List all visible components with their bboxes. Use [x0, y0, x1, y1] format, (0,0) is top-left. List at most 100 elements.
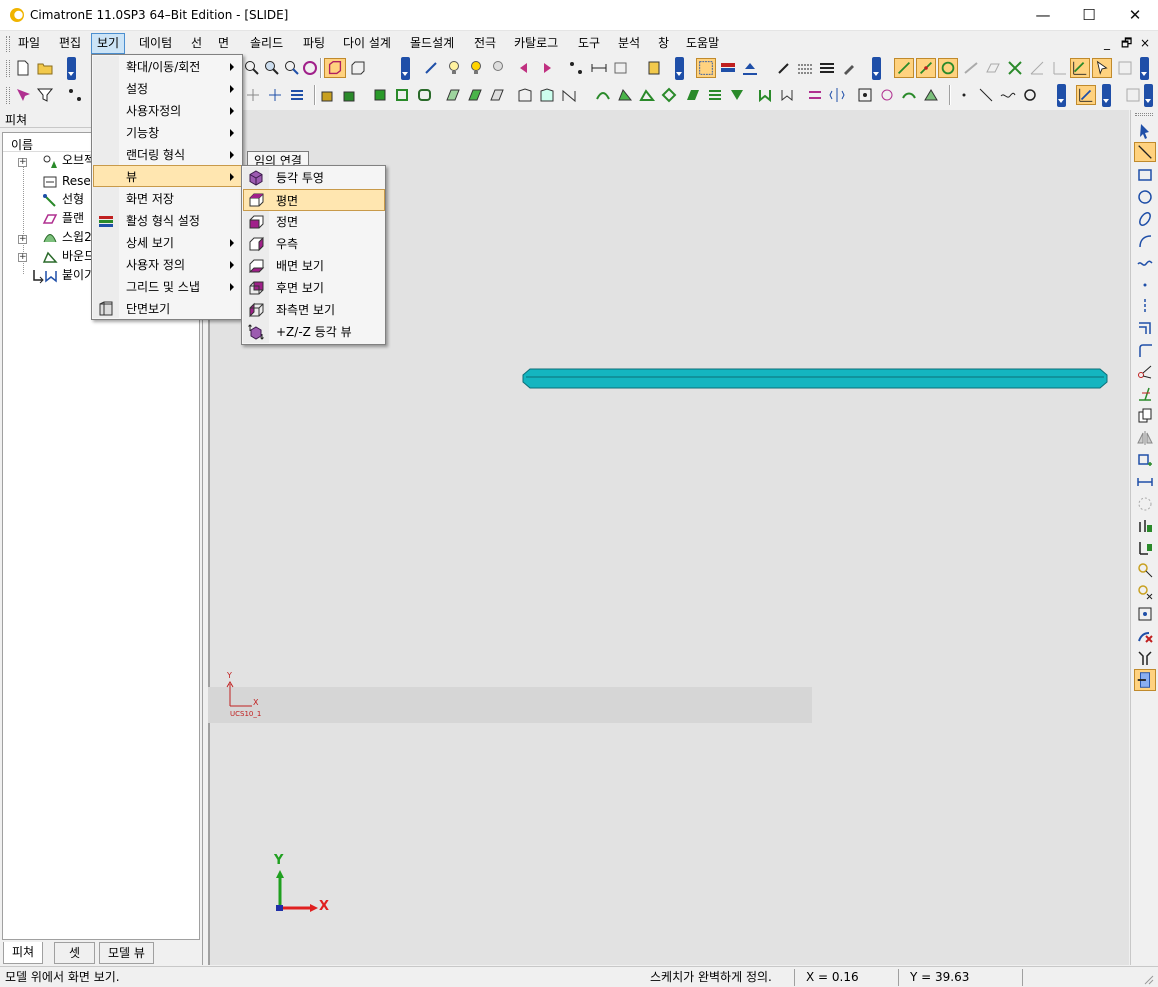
tree-item-linear[interactable]: 선형: [62, 190, 92, 209]
menu-view[interactable]: 보기: [91, 33, 126, 54]
tree-item-attach[interactable]: 붙이기: [62, 266, 92, 285]
menu-item-detail-view[interactable]: 상세 보기: [93, 232, 241, 254]
sketch-point-icon[interactable]: [1136, 276, 1154, 294]
analysis-icon[interactable]: [612, 59, 630, 77]
sketch-trim-icon[interactable]: [1136, 363, 1154, 381]
menubar-grip[interactable]: [6, 36, 10, 52]
fill-color-icon[interactable]: [741, 59, 759, 77]
dimension-horizontal-icon[interactable]: [1136, 473, 1154, 491]
submenu-item-right[interactable]: 우측: [243, 233, 384, 255]
face-offset-icon[interactable]: [466, 86, 484, 104]
toolbar-overflow-chevron[interactable]: [1140, 57, 1149, 80]
snap-intersection-icon[interactable]: [1006, 59, 1024, 77]
menu-parting[interactable]: 파팅: [298, 33, 330, 54]
sketch-ellipse-icon[interactable]: [1136, 210, 1154, 228]
zoom-selection-icon[interactable]: [283, 59, 301, 77]
thicken-icon[interactable]: [922, 86, 940, 104]
extrude-icon[interactable]: [319, 86, 337, 104]
select-filter-icon[interactable]: [696, 58, 716, 78]
tree-item-objects[interactable]: 오브젝: [62, 151, 92, 170]
draft-face-icon[interactable]: [538, 86, 556, 104]
sketch-line-icon[interactable]: [1134, 142, 1156, 162]
tree-expand-button[interactable]: +: [18, 253, 27, 262]
exit-sketcher-icon[interactable]: [1124, 86, 1142, 104]
snap-midpoint-icon[interactable]: [916, 58, 936, 78]
sketch-offset-icon[interactable]: [1136, 319, 1154, 337]
boundary-icon[interactable]: [660, 86, 678, 104]
wireframe-box-icon[interactable]: [349, 59, 367, 77]
toolbar-grip[interactable]: [6, 60, 10, 77]
transform-icon[interactable]: [244, 86, 262, 104]
menu-item-customize[interactable]: 사용자정의: [93, 100, 241, 122]
sketch-fillet-icon[interactable]: [1136, 341, 1154, 359]
menu-item-section-view[interactable]: 단면보기: [93, 298, 241, 320]
menu-item-function-window[interactable]: 기능창: [93, 122, 241, 144]
sketch-circle-icon[interactable]: [1136, 188, 1154, 206]
submenu-item-front[interactable]: 정면: [243, 211, 384, 233]
point-icon[interactable]: [955, 86, 973, 104]
submenu-item-bottom[interactable]: 배면 보기: [243, 255, 384, 277]
menu-item-user-defined[interactable]: 사용자 정의: [93, 254, 241, 276]
circle-icon[interactable]: [1021, 86, 1039, 104]
tab-features[interactable]: 피쳐: [3, 942, 44, 964]
menu-tools[interactable]: 도구: [573, 33, 605, 54]
pattern-icon[interactable]: [806, 86, 824, 104]
tree-item-boundary[interactable]: 바운드: [62, 247, 92, 266]
constraint-tangent-icon[interactable]: [1136, 561, 1154, 579]
sketch-extend-icon[interactable]: [1136, 385, 1154, 403]
tree-expand-button[interactable]: +: [18, 235, 27, 244]
sketch-tool-icon[interactable]: [423, 59, 441, 77]
menu-surface[interactable]: 면: [213, 33, 234, 54]
submenu-item-top[interactable]: 평면: [243, 189, 385, 211]
light-settings-icon[interactable]: [489, 59, 507, 77]
shaded-box-icon[interactable]: [324, 58, 346, 78]
slide-part-model[interactable]: [522, 368, 1108, 389]
sketch-spline-icon[interactable]: [1136, 254, 1154, 272]
revolve-icon[interactable]: [341, 86, 359, 104]
minimize-button[interactable]: —: [1020, 0, 1066, 30]
toolbar-overflow-chevron[interactable]: [1144, 84, 1153, 107]
blend-icon[interactable]: [638, 86, 656, 104]
face-icon[interactable]: [444, 86, 462, 104]
sketcher-icon[interactable]: [1076, 85, 1096, 105]
snap-tangent-icon[interactable]: [962, 59, 980, 77]
menu-file[interactable]: 파일: [13, 33, 45, 54]
fillet-icon[interactable]: [416, 86, 434, 104]
snap-endpoint-icon[interactable]: [894, 58, 914, 78]
snap-center-icon[interactable]: [938, 58, 958, 78]
point-grid-icon[interactable]: [856, 86, 874, 104]
toolbar-overflow-chevron[interactable]: [401, 57, 410, 80]
menu-item-rendering-mode[interactable]: 랜더링 형식: [93, 144, 241, 166]
open-folder-icon[interactable]: [36, 59, 54, 77]
zoom-all-icon[interactable]: [263, 59, 281, 77]
constraint-perpendicular-icon[interactable]: [1136, 539, 1154, 557]
tab-model-view[interactable]: 모델 뷰: [99, 942, 154, 964]
constraint-parallel-icon[interactable]: [1136, 517, 1154, 535]
select-arrow-icon[interactable]: [1136, 122, 1154, 140]
menu-item-view[interactable]: 뷰: [93, 165, 242, 187]
submenu-item-isometric[interactable]: 등각 투영: [243, 167, 384, 189]
menu-item-zoom-pan-rotate[interactable]: 확대/이동/회전: [93, 56, 241, 78]
submenu-item-z-isometric[interactable]: +Z/-Z 등각 뷰: [243, 321, 384, 343]
tree-item-plane[interactable]: 플랜: [62, 209, 92, 228]
toolbar-overflow-chevron[interactable]: [872, 57, 881, 80]
feature-tree-icon[interactable]: [66, 86, 84, 104]
split-icon[interactable]: [560, 86, 578, 104]
resize-grip-icon[interactable]: [1142, 973, 1154, 985]
zoom-window-icon[interactable]: [243, 59, 261, 77]
sketch-tools-icon[interactable]: [1136, 649, 1154, 667]
sketch-mirror-icon[interactable]: [1136, 429, 1154, 447]
face-delete-icon[interactable]: [488, 86, 506, 104]
snap-grid-icon[interactable]: [1116, 59, 1134, 77]
arrow-right-icon[interactable]: [538, 59, 556, 77]
submenu-item-back[interactable]: 후면 보기: [243, 277, 384, 299]
menu-mold-design[interactable]: 몰드설계: [405, 33, 459, 54]
mdi-close-button[interactable]: ×: [1138, 33, 1152, 54]
sketch-dashed-circle-icon[interactable]: [1136, 495, 1154, 513]
close-button[interactable]: ✕: [1112, 0, 1158, 30]
color-palette-icon[interactable]: [719, 59, 737, 77]
sketch-copy-icon[interactable]: [1136, 407, 1154, 425]
patch-icon[interactable]: [684, 86, 702, 104]
pen-tool-icon[interactable]: [775, 59, 793, 77]
rotate-view-icon[interactable]: [301, 59, 319, 77]
